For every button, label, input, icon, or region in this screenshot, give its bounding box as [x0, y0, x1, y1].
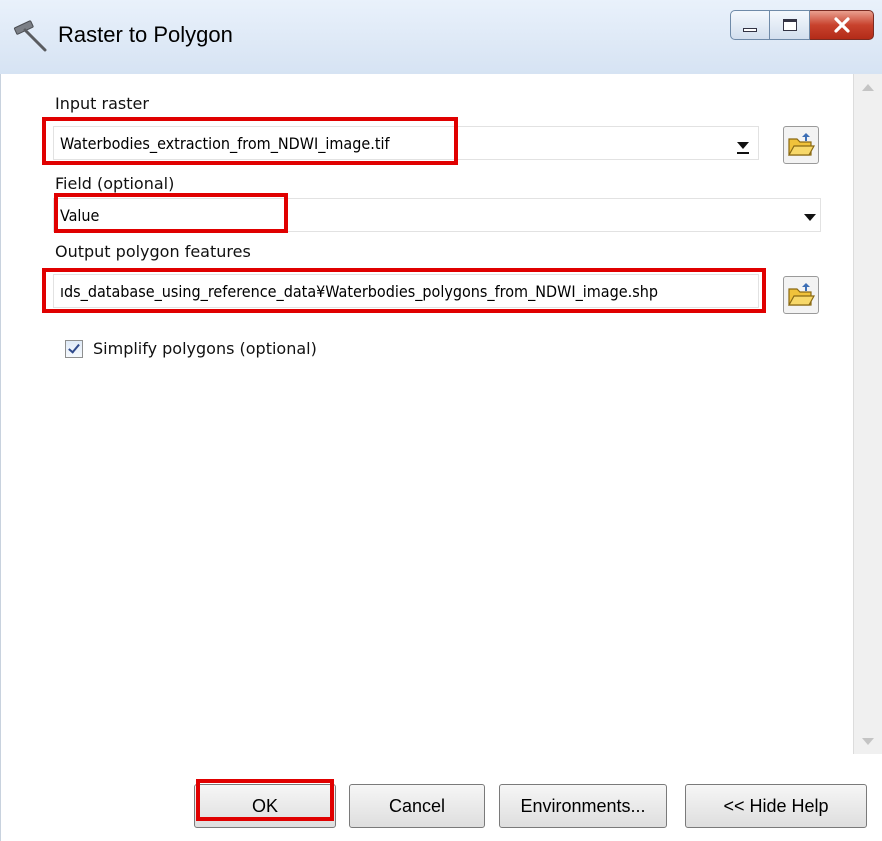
checkmark-icon	[68, 341, 80, 354]
highlight-field	[54, 193, 288, 233]
maximize-button[interactable]	[770, 10, 810, 40]
highlight-input-raster	[42, 117, 458, 165]
simplify-polygons-label: Simplify polygons (optional)	[93, 339, 317, 358]
input-raster-browse-button[interactable]	[783, 126, 819, 164]
field-dropdown[interactable]	[799, 206, 821, 228]
open-folder-icon	[787, 133, 815, 156]
maximize-icon	[782, 19, 797, 31]
input-raster-label: Input raster	[55, 94, 149, 113]
output-features-browse-button[interactable]	[783, 276, 819, 314]
vertical-scrollbar[interactable]	[853, 74, 882, 754]
dropdown-bar	[737, 152, 749, 154]
close-button[interactable]	[810, 10, 874, 40]
close-icon	[833, 17, 850, 33]
input-raster-dropdown[interactable]	[732, 134, 754, 156]
chevron-down-icon	[737, 141, 749, 149]
window-controls	[730, 10, 874, 44]
hide-help-button[interactable]: << Hide Help	[685, 784, 867, 828]
output-features-label: Output polygon features	[55, 242, 251, 261]
highlight-ok-button	[196, 779, 334, 821]
cancel-button[interactable]: Cancel	[349, 784, 485, 828]
simplify-polygons-checkbox[interactable]	[65, 340, 83, 358]
open-folder-icon	[787, 283, 815, 306]
scroll-down-icon[interactable]	[862, 738, 874, 745]
title-bar: Raster to Polygon	[0, 0, 882, 74]
field-label: Field (optional)	[55, 174, 175, 193]
chevron-down-icon	[804, 213, 816, 221]
scroll-up-icon[interactable]	[862, 84, 874, 91]
highlight-output-features	[42, 268, 766, 313]
dialog-body: Input raster Waterbodies_extraction_from…	[0, 74, 882, 841]
minimize-button[interactable]	[730, 10, 770, 40]
environments-button[interactable]: Environments...	[499, 784, 667, 828]
window-title: Raster to Polygon	[58, 22, 233, 47]
hammer-icon	[13, 20, 47, 52]
minimize-icon	[743, 28, 757, 32]
